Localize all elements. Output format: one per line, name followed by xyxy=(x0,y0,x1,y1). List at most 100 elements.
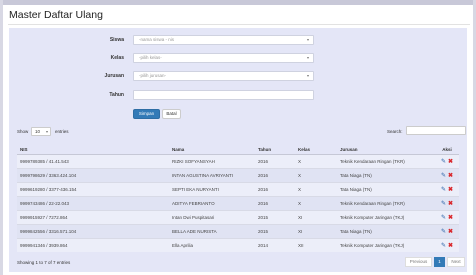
cell-nama: INTAN AGUSTINA AVRIYANTI xyxy=(169,167,255,182)
column-header-nis[interactable]: NIS xyxy=(17,145,169,155)
jurusan-select-value: -pilih jurusan- xyxy=(139,73,167,78)
edit-icon[interactable]: ✎ xyxy=(441,201,446,207)
cell-nama: Intan Dwi Puspitasari xyxy=(169,209,255,224)
cell-nis: 9999619280 / 3377-436.154 xyxy=(17,181,169,196)
cell-jurusan: Teknik Komputer Jaringan (TKJ) xyxy=(337,237,435,252)
cell-jurusan: Tata Niaga (TN) xyxy=(337,181,435,196)
chevron-down-icon: ▾ xyxy=(306,37,309,42)
jurusan-select[interactable]: -pilih jurusan- ▾ xyxy=(133,71,314,81)
cell-kelas: X xyxy=(295,181,337,196)
siswa-select-value: -nama siswa - nis xyxy=(139,37,175,42)
data-table: NIS Nama Tahun Kelas Jurusan Aksi 999978… xyxy=(17,145,459,252)
cell-nama: RIZKI SOFYANSYAH xyxy=(169,153,255,168)
cell-kelas: XI xyxy=(295,209,337,224)
show-label: Show xyxy=(17,129,29,134)
cell-nama: BELLA ADE NURISTA xyxy=(169,223,255,238)
kelas-select-value: -pilih kelas- xyxy=(139,55,162,60)
edit-icon[interactable]: ✎ xyxy=(441,159,446,165)
edit-icon[interactable]: ✎ xyxy=(441,215,446,221)
column-header-kelas[interactable]: Kelas xyxy=(295,145,337,155)
chevron-down-icon: ▾ xyxy=(45,129,48,134)
jurusan-label: Jurusan xyxy=(104,73,124,79)
delete-icon[interactable]: ✖ xyxy=(448,201,453,207)
tahun-input[interactable] xyxy=(133,90,314,100)
cell-nis: 9999789385 / 41.41.543 xyxy=(17,153,169,168)
column-header-aksi: Aksi xyxy=(435,145,459,155)
cell-nama: Ella Aprilia xyxy=(169,237,255,252)
cell-kelas: X xyxy=(295,153,337,168)
column-header-nama[interactable]: Nama xyxy=(169,145,255,155)
delete-icon[interactable]: ✖ xyxy=(448,159,453,165)
cell-jurusan: Teknik Komputer Jaringan (TKJ) xyxy=(337,209,435,224)
siswa-label: Siswa xyxy=(109,37,124,43)
search-input[interactable] xyxy=(406,126,466,135)
entries-select-value: 10 xyxy=(35,129,41,134)
delete-icon[interactable]: ✖ xyxy=(448,187,453,193)
cell-aksi: ✎ ✖ xyxy=(435,195,459,210)
cell-tahun: 2015 xyxy=(255,209,295,224)
title-divider xyxy=(8,24,470,25)
cell-jurusan: Teknik Kendaraan Ringan (TKR) xyxy=(337,195,435,210)
siswa-select[interactable]: -nama siswa - nis ▾ xyxy=(133,35,314,45)
table-row: 9999789385 / 41.41.543 RIZKI SOFYANSYAH … xyxy=(17,153,459,168)
cell-kelas: XII xyxy=(295,237,337,252)
table-info: Showing 1 to 7 of 7 entries xyxy=(17,260,71,265)
delete-icon[interactable]: ✖ xyxy=(448,215,453,221)
cell-aksi: ✎ ✖ xyxy=(435,237,459,252)
cancel-button[interactable]: Batal xyxy=(162,109,181,119)
cell-kelas: XI xyxy=(295,223,337,238)
next-page-button[interactable]: Next xyxy=(447,257,465,267)
edit-icon[interactable]: ✎ xyxy=(441,243,446,249)
table-row: 9999941346 / 3939.864 Ella Aprilia 2014 … xyxy=(17,237,459,252)
delete-icon[interactable]: ✖ xyxy=(448,243,453,249)
cell-tahun: 2016 xyxy=(255,195,295,210)
window-top-border xyxy=(0,0,476,5)
cell-nis: 9999743486 / 22-22.043 xyxy=(17,195,169,210)
tahun-label: Tahun xyxy=(109,92,124,98)
cell-aksi: ✎ ✖ xyxy=(435,209,459,224)
chevron-down-icon: ▾ xyxy=(306,73,309,78)
chevron-down-icon: ▾ xyxy=(306,55,309,60)
cell-tahun: 2014 xyxy=(255,237,295,252)
cell-tahun: 2015 xyxy=(255,223,295,238)
edit-icon[interactable]: ✎ xyxy=(441,229,446,235)
cell-jurusan: Teknik Kendaraan Ringan (TKR) xyxy=(337,153,435,168)
cell-nis: 9999915927 / 7272.864 xyxy=(17,209,169,224)
cell-nama: SEPTI EKA NURYANTI xyxy=(169,181,255,196)
cell-tahun: 2016 xyxy=(255,167,295,182)
cell-nis: 9999941346 / 3939.864 xyxy=(17,237,169,252)
cell-tahun: 2016 xyxy=(255,181,295,196)
kelas-label: Kelas xyxy=(110,55,124,61)
kelas-select[interactable]: -pilih kelas- ▾ xyxy=(133,53,314,63)
table-row: 9999915927 / 7272.864 Intan Dwi Puspitas… xyxy=(17,209,459,224)
table-row: 9999842556 / 3316.571.104 BELLA ADE NURI… xyxy=(17,223,459,238)
delete-icon[interactable]: ✖ xyxy=(448,173,453,179)
cell-nis: 9999798629 / 3363.424.104 xyxy=(17,167,169,182)
entries-select[interactable]: 10 ▾ xyxy=(31,127,51,136)
edit-icon[interactable]: ✎ xyxy=(441,173,446,179)
entries-label: entries xyxy=(55,129,69,134)
column-header-tahun[interactable]: Tahun xyxy=(255,145,295,155)
previous-page-button[interactable]: Previous xyxy=(405,257,432,267)
save-button[interactable]: Simpan xyxy=(133,109,160,119)
table-header-row: NIS Nama Tahun Kelas Jurusan Aksi xyxy=(17,145,459,155)
cell-kelas: X xyxy=(295,167,337,182)
page-title: Master Daftar Ulang xyxy=(9,9,103,21)
cell-aksi: ✎ ✖ xyxy=(435,167,459,182)
cell-aksi: ✎ ✖ xyxy=(435,181,459,196)
delete-icon[interactable]: ✖ xyxy=(448,229,453,235)
cell-aksi: ✎ ✖ xyxy=(435,223,459,238)
table-row: 9999798629 / 3363.424.104 INTAN AGUSTINA… xyxy=(17,167,459,182)
cell-nis: 9999842556 / 3316.571.104 xyxy=(17,223,169,238)
cell-tahun: 2016 xyxy=(255,153,295,168)
cell-jurusan: Tata Niaga (TN) xyxy=(337,223,435,238)
page-1-button[interactable]: 1 xyxy=(434,257,445,267)
cell-kelas: X xyxy=(295,195,337,210)
window-left-border xyxy=(0,0,3,275)
cell-aksi: ✎ ✖ xyxy=(435,153,459,168)
edit-icon[interactable]: ✎ xyxy=(441,187,446,193)
column-header-jurusan[interactable]: Jurusan xyxy=(337,145,435,155)
table-row: 9999619280 / 3377-436.154 SEPTI EKA NURY… xyxy=(17,181,459,196)
cell-jurusan: Tata Niaga (TN) xyxy=(337,167,435,182)
search-label: Search: xyxy=(387,129,403,134)
